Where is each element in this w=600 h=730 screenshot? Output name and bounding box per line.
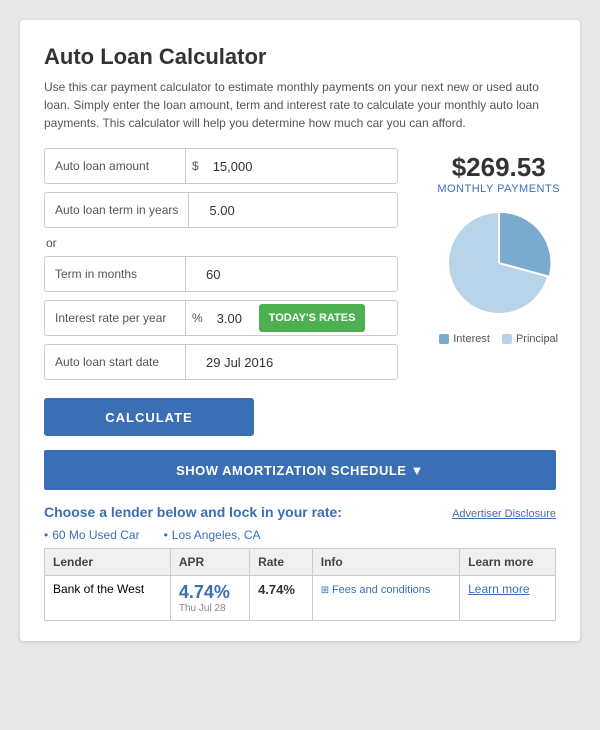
months-separator — [185, 257, 198, 291]
or-text: or — [46, 236, 398, 250]
term-months-input[interactable] — [198, 257, 397, 291]
rate-cell: 4.74% — [250, 576, 313, 621]
interest-legend-item: Interest — [439, 333, 490, 345]
chart-legend: Interest Principal — [439, 333, 558, 345]
years-separator — [188, 193, 201, 227]
apr-cell: 4.74% Thu Jul 28 — [170, 576, 249, 621]
calculator-card: Auto Loan Calculator Use this car paymen… — [20, 20, 580, 641]
chart-section: $269.53 MONTHLY PAYMENTS — [414, 148, 584, 436]
principal-legend-label: Principal — [516, 333, 558, 345]
lender-header-row: Choose a lender below and lock in your r… — [44, 504, 556, 520]
learn-more-link[interactable]: Learn more — [468, 582, 529, 596]
start-date-input[interactable] — [198, 345, 397, 379]
lender-table-body: Bank of the West 4.74% Thu Jul 28 4.74% … — [45, 576, 556, 621]
apr-value: 4.74% — [179, 582, 241, 603]
todays-rates-button[interactable]: TODAY'S RATES — [259, 304, 366, 332]
term-months-field: Term in months — [44, 256, 398, 292]
advertiser-disclosure-link[interactable]: Advertiser Disclosure — [452, 508, 556, 520]
start-date-label: Auto loan start date — [45, 355, 185, 369]
filter-location[interactable]: Los Angeles, CA — [164, 528, 261, 542]
info-cell: Fees and conditions — [312, 576, 459, 621]
principal-legend-dot — [502, 334, 512, 344]
lender-table-header-row: Lender APR Rate Info Learn more — [45, 549, 556, 576]
loan-amount-input[interactable] — [205, 149, 397, 183]
monthly-amount: $269.53 — [452, 152, 546, 183]
interest-legend-label: Interest — [453, 333, 490, 345]
lender-table: Lender APR Rate Info Learn more Bank of … — [44, 548, 556, 621]
apr-date: Thu Jul 28 — [179, 603, 241, 614]
lender-title: Choose a lender below and lock in your r… — [44, 504, 342, 520]
interest-rate-field: Interest rate per year % TODAY'S RATES — [44, 300, 398, 336]
pie-chart-svg — [439, 203, 559, 323]
rate-value: 4.74% — [258, 582, 295, 597]
filter-car-type[interactable]: 60 Mo Used Car — [44, 528, 140, 542]
loan-term-years-label: Auto loan term in years — [45, 203, 188, 217]
interest-legend-dot — [439, 334, 449, 344]
interest-rate-label: Interest rate per year — [45, 311, 185, 325]
col-info: Info — [312, 549, 459, 576]
col-apr: APR — [170, 549, 249, 576]
start-date-field: Auto loan start date — [44, 344, 398, 380]
fees-link[interactable]: Fees and conditions — [321, 584, 431, 596]
main-content: Auto loan amount $ Auto loan term in yea… — [44, 148, 556, 436]
amortization-button[interactable]: SHOW AMORTIZATION SCHEDULE ▼ — [44, 450, 556, 490]
dollar-symbol: $ — [185, 149, 205, 183]
page-title: Auto Loan Calculator — [44, 44, 556, 70]
lender-section: Choose a lender below and lock in your r… — [44, 504, 556, 621]
pie-chart — [439, 203, 559, 323]
monthly-label: MONTHLY PAYMENTS — [437, 183, 560, 195]
loan-amount-field: Auto loan amount $ — [44, 148, 398, 184]
loan-term-years-field: Auto loan term in years — [44, 192, 398, 228]
learn-more-cell: Learn more — [460, 576, 556, 621]
loan-term-years-input[interactable] — [201, 193, 396, 227]
interest-rate-input[interactable] — [209, 301, 259, 335]
filter-row: 60 Mo Used Car Los Angeles, CA — [44, 528, 556, 542]
principal-legend-item: Principal — [502, 333, 558, 345]
date-separator — [185, 345, 198, 379]
lender-table-head: Lender APR Rate Info Learn more — [45, 549, 556, 576]
form-section: Auto loan amount $ Auto loan term in yea… — [44, 148, 398, 436]
col-learn-more: Learn more — [460, 549, 556, 576]
col-lender: Lender — [45, 549, 171, 576]
percent-symbol: % — [185, 301, 209, 335]
loan-amount-label: Auto loan amount — [45, 159, 185, 173]
lender-name-cell: Bank of the West — [45, 576, 171, 621]
term-months-label: Term in months — [45, 267, 185, 281]
page-description: Use this car payment calculator to estim… — [44, 78, 556, 132]
col-rate: Rate — [250, 549, 313, 576]
calculate-button[interactable]: CALCULATE — [44, 398, 254, 436]
table-row: Bank of the West 4.74% Thu Jul 28 4.74% … — [45, 576, 556, 621]
